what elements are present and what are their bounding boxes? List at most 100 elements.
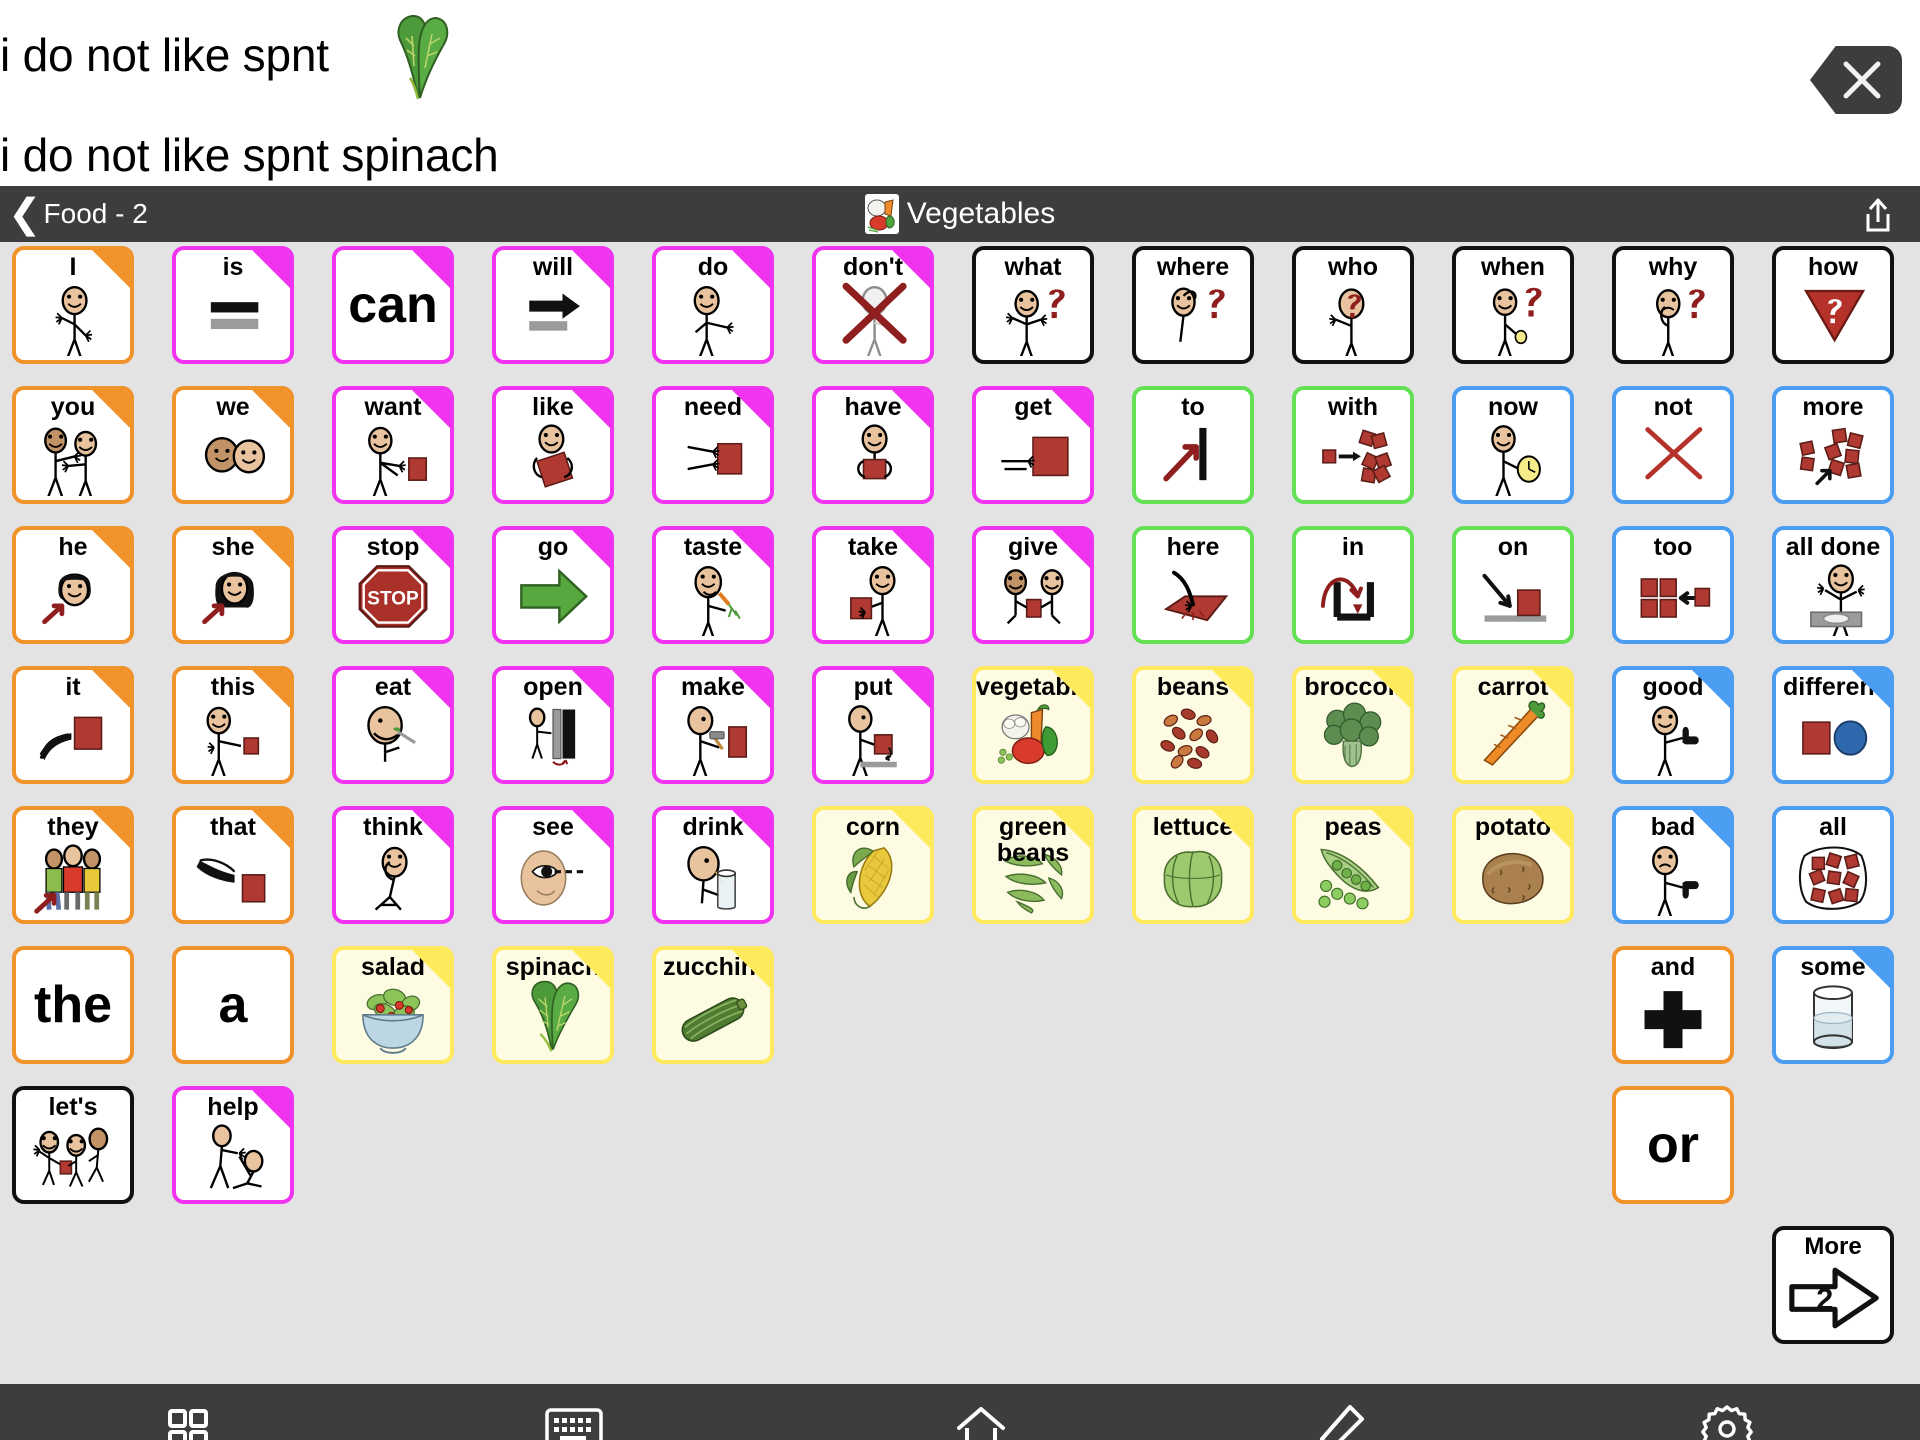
boy-face-arrow-icon bbox=[16, 560, 130, 636]
symbol-label: not bbox=[1653, 393, 1693, 421]
settings-button[interactable] bbox=[1682, 1398, 1772, 1440]
symbol-button-we[interactable]: we bbox=[172, 386, 294, 504]
plus-sign-icon bbox=[1616, 980, 1730, 1056]
symbol-button-corn[interactable]: corn bbox=[812, 806, 934, 924]
symbol-button-salad[interactable]: salad bbox=[332, 946, 454, 1064]
symbol-button-go[interactable]: go bbox=[492, 526, 614, 644]
symbol-button-here[interactable]: here bbox=[1132, 526, 1254, 644]
home-button[interactable] bbox=[936, 1398, 1026, 1440]
symbol-button-now[interactable]: now bbox=[1452, 386, 1574, 504]
symbol-button-this[interactable]: this bbox=[172, 666, 294, 784]
symbol-button-need[interactable]: need bbox=[652, 386, 774, 504]
symbol-button-green-beans[interactable]: green beans bbox=[972, 806, 1094, 924]
symbol-button-put[interactable]: put bbox=[812, 666, 934, 784]
beans-icon bbox=[1136, 700, 1250, 776]
symbol-button-give[interactable]: give bbox=[972, 526, 1094, 644]
symbol-button-help[interactable]: help bbox=[172, 1086, 294, 1204]
keyboard-button[interactable] bbox=[529, 1398, 619, 1440]
symbol-button-more[interactable]: more bbox=[1772, 386, 1894, 504]
symbol-button-different[interactable]: different bbox=[1772, 666, 1894, 784]
back-button[interactable]: ❮ Food - 2 bbox=[8, 186, 158, 242]
symbol-button-bad[interactable]: bad bbox=[1612, 806, 1734, 924]
symbol-button-where[interactable]: where bbox=[1132, 246, 1254, 364]
symbol-button-i[interactable]: I bbox=[12, 246, 134, 364]
symbol-button-on[interactable]: on bbox=[1452, 526, 1574, 644]
person-hammering-icon bbox=[656, 700, 770, 776]
edit-button[interactable] bbox=[1296, 1398, 1386, 1440]
symbol-label: why bbox=[1648, 253, 1698, 281]
symbol-button-in[interactable]: in bbox=[1292, 526, 1414, 644]
arrow-into-container-icon bbox=[1296, 560, 1410, 636]
symbol-button-when[interactable]: when bbox=[1452, 246, 1574, 364]
symbol-button-broccoli[interactable]: broccoli bbox=[1292, 666, 1414, 784]
symbol-button-they[interactable]: they bbox=[12, 806, 134, 924]
symbol-button-beans[interactable]: beans bbox=[1132, 666, 1254, 784]
symbol-label: on bbox=[1497, 533, 1529, 561]
word-button-a[interactable]: a bbox=[172, 946, 294, 1064]
word-button-can[interactable]: can bbox=[332, 246, 454, 364]
symbol-button-who[interactable]: who bbox=[1292, 246, 1414, 364]
symbol-button-have[interactable]: have bbox=[812, 386, 934, 504]
girl-face-arrow-icon bbox=[176, 560, 290, 636]
symbol-button-potato[interactable]: potato bbox=[1452, 806, 1574, 924]
symbol-button-carrot[interactable]: carrot bbox=[1452, 666, 1574, 784]
symbol-button-want[interactable]: want bbox=[332, 386, 454, 504]
symbol-button-all-done[interactable]: all done bbox=[1772, 526, 1894, 644]
person-pointing-block-icon bbox=[176, 700, 290, 776]
symbol-button-she[interactable]: she bbox=[172, 526, 294, 644]
half-glass-icon bbox=[1776, 980, 1890, 1056]
symbol-button-eat[interactable]: eat bbox=[332, 666, 454, 784]
symbol-label: in bbox=[1341, 533, 1365, 561]
symbol-button-taste[interactable]: taste bbox=[652, 526, 774, 644]
symbol-button-why[interactable]: why bbox=[1612, 246, 1734, 364]
message-bar[interactable]: i do not like spnt i do not like spnt sp… bbox=[0, 0, 1920, 186]
thumbs-down-person-icon bbox=[1616, 840, 1730, 916]
symbol-button-spinach[interactable]: spinach bbox=[492, 946, 614, 1064]
person-watch-question-icon bbox=[1456, 280, 1570, 356]
symbol-button-like[interactable]: like bbox=[492, 386, 614, 504]
symbol-button-it[interactable]: it bbox=[12, 666, 134, 784]
symbol-button-make[interactable]: make bbox=[652, 666, 774, 784]
symbol-button-don-t[interactable]: don't bbox=[812, 246, 934, 364]
symbol-button-and[interactable]: and bbox=[1612, 946, 1734, 1064]
symbol-button-with[interactable]: with bbox=[1292, 386, 1414, 504]
symbol-button-open[interactable]: open bbox=[492, 666, 614, 784]
symbol-button-is[interactable]: is bbox=[172, 246, 294, 364]
symbol-button-peas[interactable]: peas bbox=[1292, 806, 1414, 924]
share-icon[interactable] bbox=[1856, 194, 1900, 238]
pencil-icon bbox=[1319, 1405, 1364, 1440]
symbol-button-let-s[interactable]: let's bbox=[12, 1086, 134, 1204]
word-button-the[interactable]: the bbox=[12, 946, 134, 1064]
word-button-or[interactable]: or bbox=[1612, 1086, 1734, 1204]
person-thinking-question-icon bbox=[1616, 280, 1730, 356]
symbol-button-stop[interactable]: stop STOP bbox=[332, 526, 454, 644]
symbol-button-you[interactable]: you bbox=[12, 386, 134, 504]
symbol-button-not[interactable]: not bbox=[1612, 386, 1734, 504]
more-pages-button[interactable]: More 2 bbox=[1772, 1226, 1894, 1344]
symbol-button-good[interactable]: good bbox=[1612, 666, 1734, 784]
symbol-button-see[interactable]: see bbox=[492, 806, 614, 924]
symbol-button-take[interactable]: take bbox=[812, 526, 934, 644]
symbol-button-drink[interactable]: drink bbox=[652, 806, 774, 924]
grid-view-button[interactable] bbox=[143, 1398, 233, 1440]
equals-bars-icon bbox=[176, 280, 290, 356]
symbol-button-will[interactable]: will bbox=[492, 246, 614, 364]
symbol-button-to[interactable]: to bbox=[1132, 386, 1254, 504]
close-icon[interactable] bbox=[1810, 46, 1902, 114]
symbol-label: too bbox=[1653, 533, 1693, 561]
symbol-button-some[interactable]: some bbox=[1772, 946, 1894, 1064]
symbol-button-get[interactable]: get bbox=[972, 386, 1094, 504]
keyboard-icon bbox=[545, 1408, 603, 1440]
symbol-button-too[interactable]: too bbox=[1612, 526, 1734, 644]
symbol-button-he[interactable]: he bbox=[12, 526, 134, 644]
symbol-button-zucchini[interactable]: zucchini bbox=[652, 946, 774, 1064]
symbol-button-think[interactable]: think bbox=[332, 806, 454, 924]
symbol-button-all[interactable]: all bbox=[1772, 806, 1894, 924]
symbol-button-what[interactable]: what bbox=[972, 246, 1094, 364]
symbol-button-do[interactable]: do bbox=[652, 246, 774, 364]
symbol-button-how[interactable]: how bbox=[1772, 246, 1894, 364]
symbol-button-lettuce[interactable]: lettuce bbox=[1132, 806, 1254, 924]
message-line-1: i do not like spnt bbox=[0, 29, 329, 81]
symbol-button-that[interactable]: that bbox=[172, 806, 294, 924]
symbol-button-vegetables[interactable]: vegetables bbox=[972, 666, 1094, 784]
